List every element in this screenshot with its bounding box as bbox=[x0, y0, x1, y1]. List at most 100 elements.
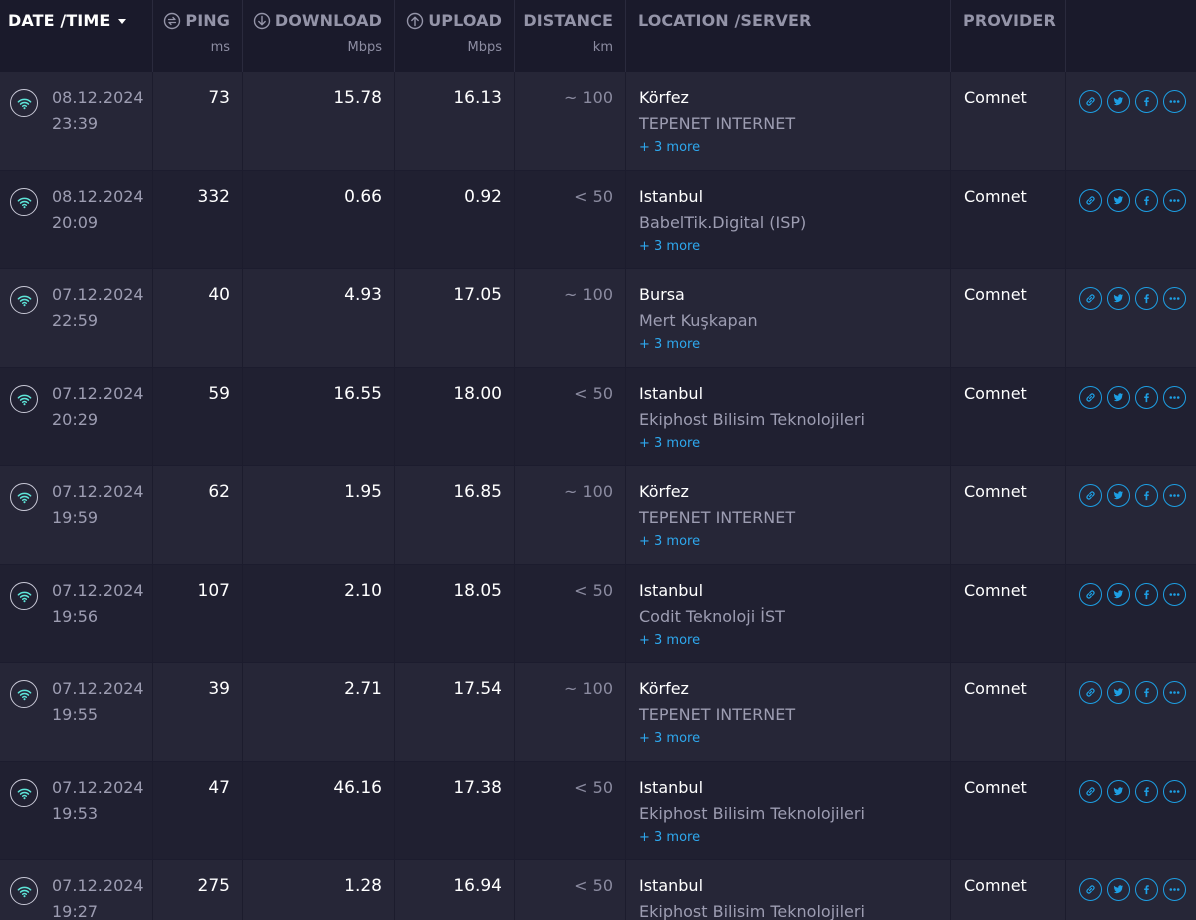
more-servers-link[interactable]: + 3 more bbox=[639, 436, 700, 451]
more-servers-link[interactable]: + 3 more bbox=[639, 337, 700, 352]
column-header-ping[interactable]: PING ms bbox=[153, 0, 243, 72]
table-row[interactable]: 07.12.2024 19:55 39 2.71 17.54 ~ 100 Körfez TEP… bbox=[0, 663, 1196, 761]
ping-cell: 39 bbox=[153, 663, 243, 761]
column-header-upload[interactable]: UPLOAD Mbps bbox=[395, 0, 515, 72]
more-servers-link[interactable]: + 3 more bbox=[639, 239, 700, 254]
facebook-icon[interactable] bbox=[1135, 780, 1158, 803]
link-icon[interactable] bbox=[1079, 583, 1102, 606]
location-city: Istanbul bbox=[639, 581, 704, 600]
more-icon[interactable] bbox=[1163, 386, 1186, 409]
test-time: 19:56 bbox=[52, 607, 99, 626]
link-icon[interactable] bbox=[1079, 484, 1102, 507]
facebook-icon[interactable] bbox=[1135, 484, 1158, 507]
table-row[interactable]: 07.12.2024 19:56 107 2.10 18.05 < 50 Istanbul C… bbox=[0, 565, 1196, 662]
more-servers-link[interactable]: + 3 more bbox=[639, 731, 700, 746]
provider-name: Comnet bbox=[964, 679, 1027, 698]
more-servers-link[interactable]: + 3 more bbox=[639, 830, 700, 845]
more-icon[interactable] bbox=[1163, 780, 1186, 803]
distance-value: ~ 100 bbox=[563, 88, 613, 107]
ping-value: 332 bbox=[197, 187, 230, 207]
more-servers-link[interactable]: + 3 more bbox=[639, 534, 700, 549]
provider-cell: Comnet bbox=[951, 663, 1066, 761]
link-icon[interactable] bbox=[1079, 386, 1102, 409]
more-icon[interactable] bbox=[1163, 681, 1186, 704]
column-header-provider[interactable]: PROVIDER bbox=[951, 0, 1066, 72]
test-time: 19:59 bbox=[52, 508, 99, 527]
more-icon[interactable] bbox=[1163, 484, 1186, 507]
table-row[interactable]: 08.12.2024 23:39 73 15.78 16.13 ~ 100 Körfez TE… bbox=[0, 72, 1196, 170]
link-icon[interactable] bbox=[1079, 90, 1102, 113]
date-time-cell: 07.12.2024 19:59 bbox=[0, 466, 153, 564]
provider-cell: Comnet bbox=[951, 762, 1066, 859]
table-row[interactable]: 07.12.2024 20:29 59 16.55 18.00 < 50 Istanbul E… bbox=[0, 368, 1196, 465]
ping-icon bbox=[164, 12, 181, 29]
upload-value: 17.38 bbox=[453, 778, 502, 798]
facebook-icon[interactable] bbox=[1135, 287, 1158, 310]
share-buttons bbox=[1079, 90, 1186, 113]
link-icon[interactable] bbox=[1079, 681, 1102, 704]
twitter-icon[interactable] bbox=[1107, 90, 1130, 113]
column-header-download[interactable]: DOWNLOAD Mbps bbox=[243, 0, 395, 72]
facebook-icon[interactable] bbox=[1135, 681, 1158, 704]
distance-value: ~ 100 bbox=[563, 482, 613, 501]
upload-icon bbox=[407, 12, 424, 29]
download-cell: 0.66 bbox=[243, 171, 395, 268]
server-name: Codit Teknoloji İST bbox=[639, 607, 785, 626]
test-date: 07.12.2024 bbox=[52, 581, 144, 600]
table-row[interactable]: 07.12.2024 22:59 40 4.93 17.05 ~ 100 Bursa Mert… bbox=[0, 269, 1196, 367]
twitter-icon[interactable] bbox=[1107, 386, 1130, 409]
more-servers-link[interactable]: + 3 more bbox=[639, 140, 700, 155]
table-row[interactable]: 07.12.2024 19:53 47 46.16 17.38 < 50 Istanbul E… bbox=[0, 762, 1196, 859]
test-date: 07.12.2024 bbox=[52, 384, 144, 403]
twitter-icon[interactable] bbox=[1107, 780, 1130, 803]
column-header-ping-label: PING bbox=[185, 11, 230, 30]
more-icon[interactable] bbox=[1163, 878, 1186, 901]
link-icon[interactable] bbox=[1079, 878, 1102, 901]
facebook-icon[interactable] bbox=[1135, 386, 1158, 409]
facebook-icon[interactable] bbox=[1135, 878, 1158, 901]
column-header-location-server[interactable]: LOCATION /SERVER bbox=[626, 0, 951, 72]
twitter-icon[interactable] bbox=[1107, 189, 1130, 212]
facebook-icon[interactable] bbox=[1135, 90, 1158, 113]
column-header-upload-label: UPLOAD bbox=[428, 11, 502, 30]
ping-value: 73 bbox=[208, 88, 230, 108]
column-header-date-time[interactable]: DATE /TIME bbox=[0, 0, 153, 72]
more-icon[interactable] bbox=[1163, 583, 1186, 606]
twitter-icon[interactable] bbox=[1107, 484, 1130, 507]
link-icon[interactable] bbox=[1079, 780, 1102, 803]
more-servers-link[interactable]: + 3 more bbox=[639, 633, 700, 648]
upload-cell: 16.13 bbox=[395, 72, 515, 170]
link-icon[interactable] bbox=[1079, 287, 1102, 310]
share-cell bbox=[1066, 762, 1196, 859]
table-row[interactable]: 07.12.2024 19:27 275 1.28 16.94 < 50 Istanbul E… bbox=[0, 860, 1196, 920]
upload-cell: 17.54 bbox=[395, 663, 515, 761]
location-server-cell: Bursa Mert Kuşkapan + 3 more bbox=[626, 269, 951, 367]
table-row[interactable]: 08.12.2024 20:09 332 0.66 0.92 < 50 Istanbul Ba… bbox=[0, 171, 1196, 268]
ping-cell: 40 bbox=[153, 269, 243, 367]
server-name: Ekiphost Bilisim Teknolojileri bbox=[639, 410, 865, 429]
location-city: Körfez bbox=[639, 679, 689, 698]
upload-unit: Mbps bbox=[467, 40, 503, 55]
ping-cell: 107 bbox=[153, 565, 243, 662]
download-cell: 16.55 bbox=[243, 368, 395, 465]
ping-unit: ms bbox=[210, 40, 230, 55]
link-icon[interactable] bbox=[1079, 189, 1102, 212]
distance-cell: ~ 100 bbox=[515, 663, 626, 761]
test-date: 07.12.2024 bbox=[52, 285, 144, 304]
twitter-icon[interactable] bbox=[1107, 583, 1130, 606]
share-buttons bbox=[1079, 189, 1186, 212]
table-row[interactable]: 07.12.2024 19:59 62 1.95 16.85 ~ 100 Körfez TEP… bbox=[0, 466, 1196, 564]
twitter-icon[interactable] bbox=[1107, 681, 1130, 704]
distance-cell: ~ 100 bbox=[515, 269, 626, 367]
more-icon[interactable] bbox=[1163, 189, 1186, 212]
date-time-cell: 07.12.2024 20:29 bbox=[0, 368, 153, 465]
facebook-icon[interactable] bbox=[1135, 189, 1158, 212]
upload-cell: 16.94 bbox=[395, 860, 515, 920]
facebook-icon[interactable] bbox=[1135, 583, 1158, 606]
more-icon[interactable] bbox=[1163, 287, 1186, 310]
date-time-cell: 07.12.2024 19:27 bbox=[0, 860, 153, 920]
column-header-distance[interactable]: DISTANCE km bbox=[515, 0, 626, 72]
twitter-icon[interactable] bbox=[1107, 287, 1130, 310]
twitter-icon[interactable] bbox=[1107, 878, 1130, 901]
more-icon[interactable] bbox=[1163, 90, 1186, 113]
